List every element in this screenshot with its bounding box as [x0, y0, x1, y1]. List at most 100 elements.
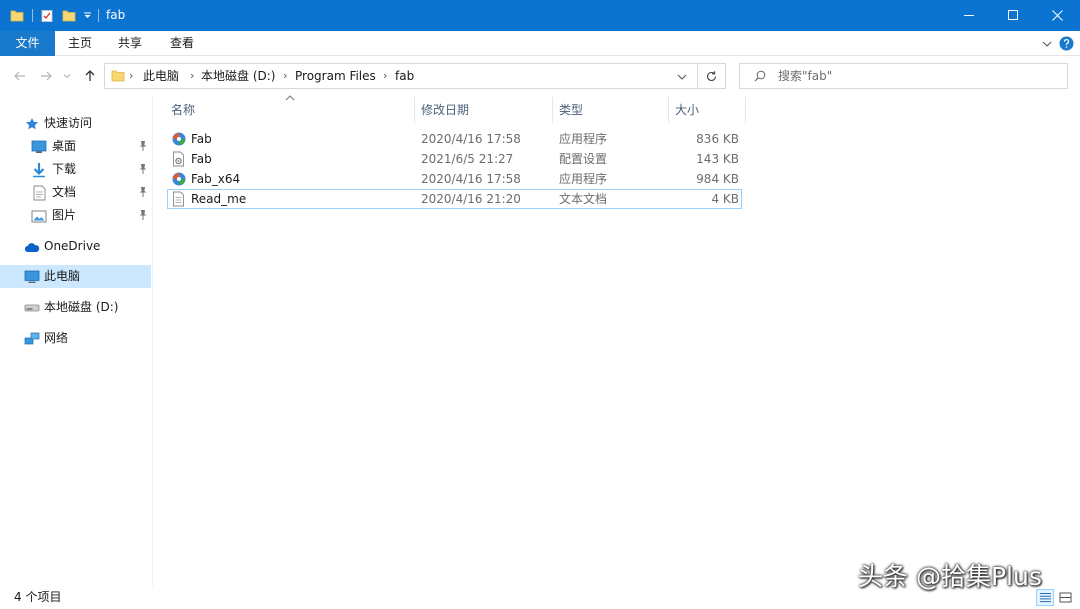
- maximize-button[interactable]: [990, 0, 1036, 31]
- sidebar-item-label: 网络: [44, 331, 69, 345]
- chevron-right-icon[interactable]: ›: [383, 64, 387, 88]
- file-size: 984 KB: [696, 172, 739, 186]
- file-row[interactable]: Fab 2020/4/16 17:58 应用程序 836 KB: [167, 129, 742, 149]
- expand-ribbon-button[interactable]: [1040, 35, 1054, 52]
- file-modified: 2020/4/16 17:58: [421, 172, 521, 186]
- search-input[interactable]: 搜索"fab": [739, 63, 1068, 89]
- recent-locations-button[interactable]: [60, 66, 74, 86]
- file-row[interactable]: Fab 2021/6/5 21:27 配置设置 143 KB: [167, 149, 742, 169]
- breadcrumb-this-pc[interactable]: 此电脑: [143, 64, 179, 88]
- sidebar-item-label: 快速访问: [44, 116, 93, 130]
- config-file-icon: [173, 151, 184, 167]
- column-header-modified[interactable]: 修改日期: [421, 97, 469, 123]
- arrow-left-icon: [14, 71, 25, 81]
- network-icon: [24, 331, 40, 347]
- help-icon: [1059, 36, 1074, 51]
- chevron-right-icon[interactable]: ›: [190, 64, 194, 88]
- large-icons-view-button[interactable]: [1056, 589, 1074, 606]
- tab-file[interactable]: 文件: [0, 31, 55, 56]
- minimize-button[interactable]: [946, 0, 992, 31]
- close-button[interactable]: [1034, 0, 1080, 31]
- picture-icon: [31, 208, 47, 224]
- breadcrumb-program-files[interactable]: Program Files: [295, 64, 376, 88]
- sidebar-item-label: 本地磁盘 (D:): [44, 300, 119, 314]
- chevron-right-icon[interactable]: ›: [283, 64, 287, 88]
- sidebar-item-label: 此电脑: [44, 269, 81, 283]
- sidebar-item-desktop[interactable]: 桌面: [0, 135, 151, 158]
- column-header-name[interactable]: 名称: [171, 97, 195, 123]
- sidebar-item-onedrive[interactable]: OneDrive: [0, 235, 151, 258]
- tab-view[interactable]: 查看: [170, 31, 194, 56]
- tab-home[interactable]: 主页: [68, 31, 92, 56]
- sidebar-item-this-pc[interactable]: 此电脑: [0, 265, 151, 288]
- item-count: 4 个项目: [14, 590, 62, 604]
- sidebar-item-label: 下载: [52, 162, 77, 176]
- sidebar-item-local-disk[interactable]: 本地磁盘 (D:): [0, 296, 151, 319]
- sidebar-item-documents[interactable]: 文档: [0, 181, 151, 204]
- chevron-right-icon[interactable]: ›: [129, 64, 133, 88]
- sidebar-item-quick-access[interactable]: 快速访问: [0, 112, 151, 135]
- sidebar-item-label: 桌面: [52, 139, 77, 153]
- refresh-button[interactable]: [698, 63, 726, 89]
- title-bar: fab: [0, 0, 1080, 31]
- breadcrumb-fab[interactable]: fab: [395, 64, 414, 88]
- help-button[interactable]: [1058, 35, 1075, 52]
- file-row[interactable]: Fab_x64 2020/4/16 17:58 应用程序 984 KB: [167, 169, 742, 189]
- folder-icon: [8, 0, 26, 31]
- folder-icon: [111, 70, 125, 82]
- app-icon: [172, 132, 186, 146]
- file-name: Fab_x64: [191, 172, 241, 186]
- search-placeholder: 搜索"fab": [778, 69, 833, 83]
- file-type: 应用程序: [559, 172, 608, 186]
- pin-icon: [139, 210, 147, 220]
- file-type: 配置设置: [559, 152, 608, 166]
- star-icon: [24, 116, 40, 132]
- breadcrumb-local-disk[interactable]: 本地磁盘 (D:): [201, 64, 275, 88]
- file-modified: 2021/6/5 21:27: [421, 152, 514, 166]
- sidebar-item-downloads[interactable]: 下载: [0, 158, 151, 181]
- forward-button[interactable]: [36, 66, 56, 86]
- app-icon: [172, 172, 186, 186]
- sidebar-item-label: 图片: [52, 208, 77, 222]
- file-modified: 2020/4/16 21:20: [421, 192, 521, 206]
- maximize-icon: [1007, 10, 1018, 20]
- sort-ascending-icon: [285, 95, 295, 101]
- file-name: Read_me: [191, 192, 247, 206]
- file-modified: 2020/4/16 17:58: [421, 132, 521, 146]
- desktop-icon: [31, 139, 47, 155]
- sidebar-item-label: 文档: [52, 185, 77, 199]
- properties-icon[interactable]: [38, 0, 56, 31]
- new-folder-icon[interactable]: [60, 0, 78, 31]
- column-header-type[interactable]: 类型: [559, 97, 583, 123]
- navigation-pane: 快速访问 桌面 下载 文档 图片 OneDrive 此电脑 本地磁盘 (D:) …: [0, 96, 152, 586]
- address-bar[interactable]: › 此电脑 › 本地磁盘 (D:) › Program Files › fab: [104, 63, 698, 89]
- document-icon: [31, 185, 47, 201]
- address-row: › 此电脑 › 本地磁盘 (D:) › Program Files › fab …: [0, 56, 1080, 96]
- watermark: 头条 @拾集Plus: [858, 562, 1042, 591]
- chevron-down-icon: [63, 74, 71, 79]
- up-button[interactable]: [80, 66, 100, 86]
- search-icon: [754, 70, 766, 82]
- close-icon: [1051, 10, 1063, 21]
- arrow-up-icon: [85, 70, 95, 81]
- download-icon: [31, 162, 47, 178]
- file-name: Fab: [191, 132, 212, 146]
- file-size: 836 KB: [696, 132, 739, 146]
- file-row[interactable]: Read_me 2020/4/16 21:20 文本文档 4 KB: [167, 189, 742, 209]
- ribbon-bar: 文件 主页 共享 查看: [0, 31, 1080, 56]
- chevron-down-icon: [1042, 41, 1052, 47]
- sidebar-item-label: OneDrive: [44, 239, 101, 253]
- sidebar-item-pictures[interactable]: 图片: [0, 204, 151, 227]
- cloud-icon: [24, 239, 40, 255]
- pin-icon: [139, 141, 147, 151]
- refresh-icon: [706, 70, 717, 81]
- customize-toolbar-icon[interactable]: [80, 0, 94, 31]
- arrow-right-icon: [41, 71, 52, 81]
- large-icons-view-icon: [1059, 592, 1071, 603]
- column-header-size[interactable]: 大小: [675, 97, 699, 123]
- back-button[interactable]: [10, 66, 30, 86]
- sidebar-item-network[interactable]: 网络: [0, 327, 151, 350]
- computer-icon: [24, 269, 40, 285]
- file-type: 应用程序: [559, 132, 608, 146]
- tab-share[interactable]: 共享: [118, 31, 142, 56]
